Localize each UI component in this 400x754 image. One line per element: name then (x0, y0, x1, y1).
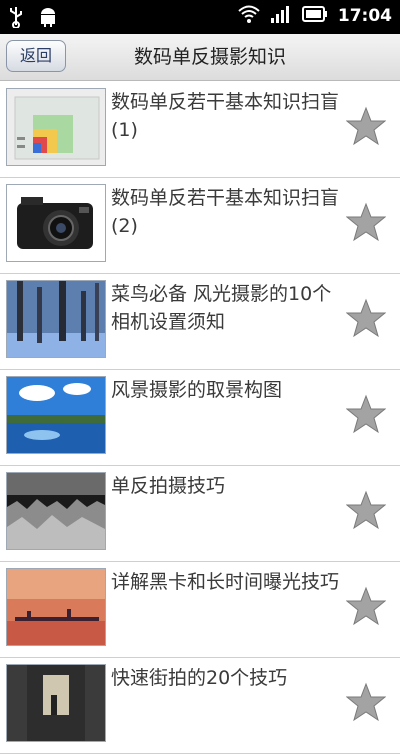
thumbnail-sensor-chart (6, 88, 106, 166)
list-item[interactable]: 风景摄影的取景构图 (0, 370, 400, 466)
thumbnail-camera (6, 184, 106, 262)
list-item[interactable]: 详解黑卡和长时间曝光技巧 (0, 562, 400, 658)
thumbnail-street (6, 664, 106, 742)
thumbnail-grass (6, 472, 106, 550)
item-title: 快速街拍的20个技巧 (111, 667, 288, 689)
battery-icon (301, 6, 328, 26)
status-bar: 17:04 (0, 0, 400, 34)
item-title: 单反拍摄技巧 (111, 475, 226, 497)
clock: 17:04 (337, 6, 392, 26)
usb-icon (8, 6, 24, 32)
item-title: 菜鸟必备 风光摄影的10个相机设置须知 (111, 283, 332, 333)
thumbnail-forest (6, 280, 106, 358)
item-title: 数码单反若干基本知识扫盲(2) (111, 187, 340, 237)
item-title: 详解黑卡和长时间曝光技巧 (111, 571, 340, 593)
list-item[interactable]: 快速街拍的20个技巧 (0, 658, 400, 754)
list-item[interactable]: 菜鸟必备 风光摄影的10个相机设置须知 (0, 274, 400, 370)
back-button[interactable]: 返回 (6, 40, 66, 72)
list-item[interactable]: 单反拍摄技巧 (0, 466, 400, 562)
title-bar: 返回 数码单反摄影知识 (0, 34, 400, 81)
item-title: 风景摄影的取景构图 (111, 379, 283, 401)
android-icon (38, 6, 58, 32)
wifi-icon (238, 4, 260, 28)
favorite-star-icon[interactable] (346, 586, 386, 626)
page-title: 数码单反摄影知识 (133, 46, 286, 68)
favorite-star-icon[interactable] (346, 298, 386, 338)
favorite-star-icon[interactable] (346, 106, 386, 146)
article-list: 数码单反若干基本知识扫盲(1) 数码单反若干基本知识扫盲(2) 菜鸟必备 风光摄… (0, 82, 400, 754)
favorite-star-icon[interactable] (346, 202, 386, 242)
thumbnail-sunset (6, 568, 106, 646)
thumbnail-lake (6, 376, 106, 454)
list-item[interactable]: 数码单反若干基本知识扫盲(2) (0, 178, 400, 274)
item-title: 数码单反若干基本知识扫盲(1) (111, 91, 340, 141)
favorite-star-icon[interactable] (346, 490, 386, 530)
favorite-star-icon[interactable] (346, 394, 386, 434)
signal-icon (270, 4, 292, 28)
favorite-star-icon[interactable] (346, 682, 386, 722)
list-item[interactable]: 数码单反若干基本知识扫盲(1) (0, 82, 400, 178)
